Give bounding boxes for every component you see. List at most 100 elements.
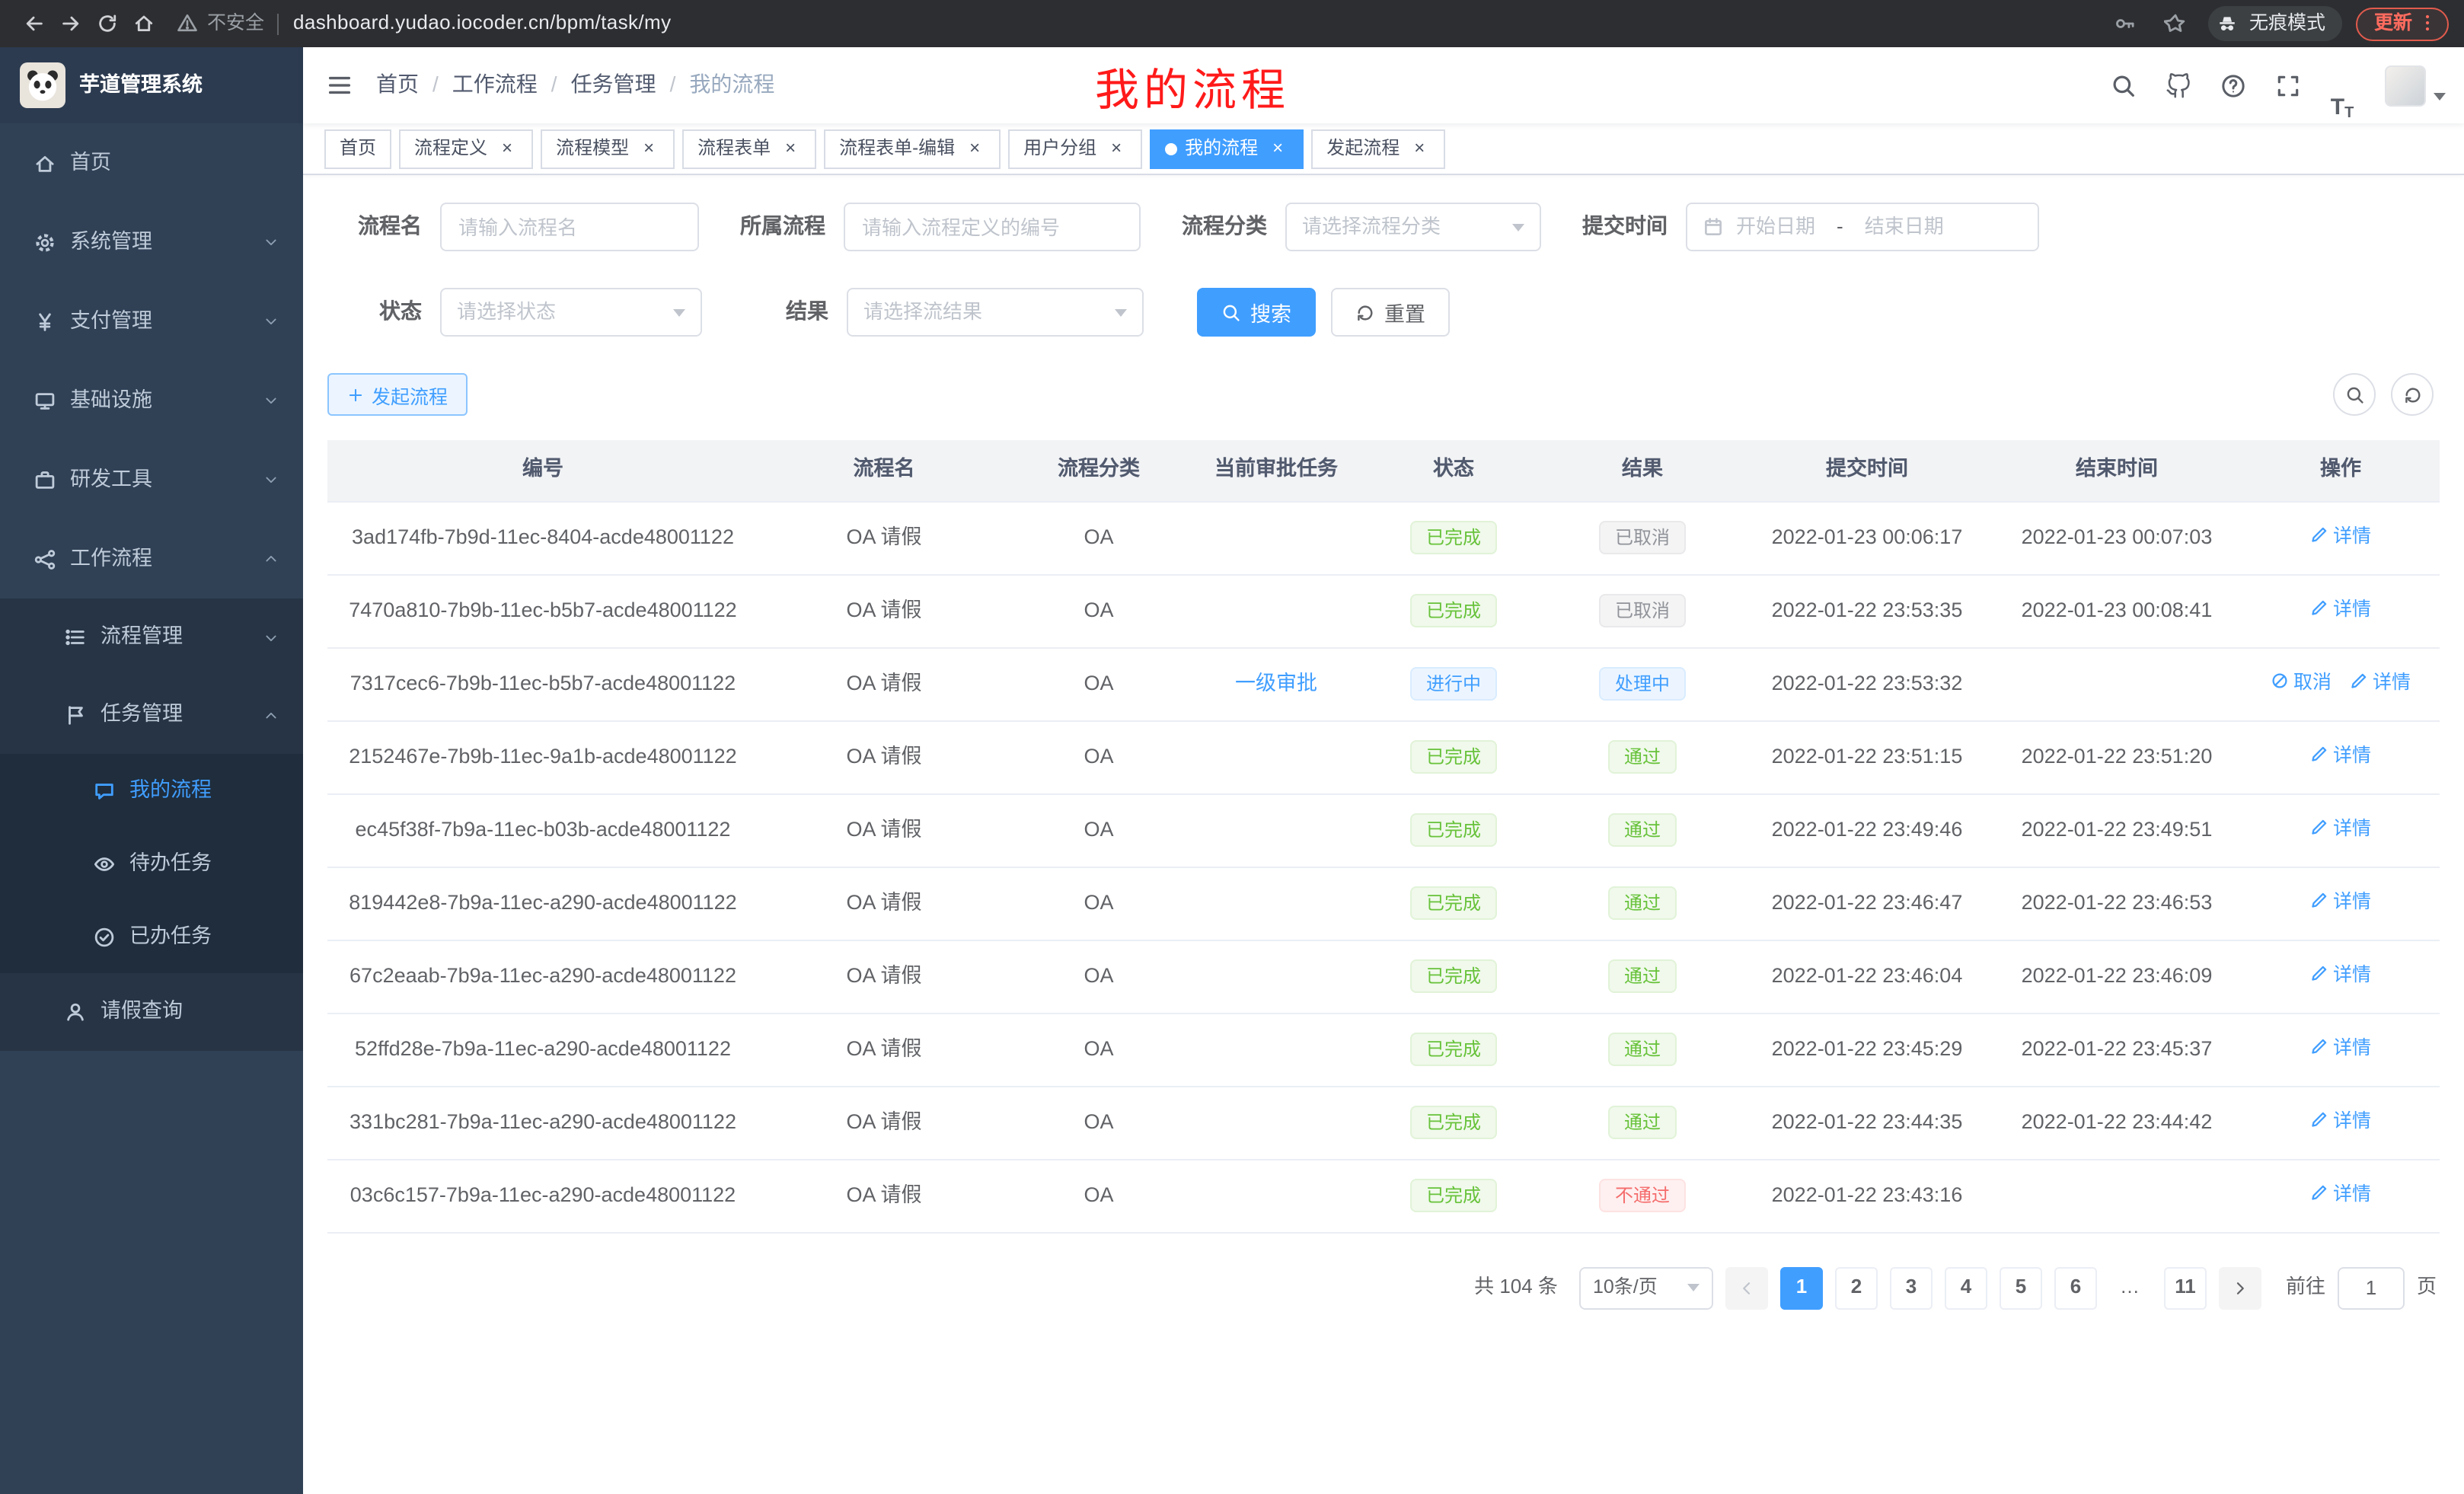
sidebar-item-label: 我的流程 — [129, 777, 212, 803]
cell-actions: 详情 — [2242, 574, 2440, 647]
tab[interactable]: 发起流程× — [1311, 129, 1445, 168]
refresh-table-button[interactable] — [2391, 373, 2434, 416]
breadcrumb-item[interactable]: 任务管理 — [571, 72, 656, 99]
sidebar-item[interactable]: 支付管理 — [0, 282, 303, 361]
cell-current-task — [1188, 793, 1364, 867]
page-number-button[interactable]: 5 — [2000, 1266, 2042, 1309]
detail-action-link[interactable]: 详情 — [2310, 744, 2371, 769]
cell-status: 已完成 — [1364, 501, 1543, 574]
cell-current-task — [1188, 574, 1364, 647]
date-range-picker[interactable]: 开始日期 - 结束日期 — [1686, 203, 2039, 251]
cancel-action-link[interactable]: 取消 — [2271, 671, 2332, 696]
status-select[interactable]: 请选择状态 — [440, 288, 702, 337]
help-icon[interactable] — [2205, 47, 2260, 123]
detail-action-link[interactable]: 详情 — [2310, 525, 2371, 550]
tab[interactable]: 流程表单-编辑× — [824, 129, 1001, 168]
sidebar-item[interactable]: 流程管理 — [0, 599, 303, 676]
hamburger-icon[interactable] — [303, 47, 376, 123]
tab[interactable]: 我的流程× — [1150, 129, 1304, 168]
font-size-icon[interactable]: TT — [2315, 47, 2370, 123]
detail-action-link[interactable]: 详情 — [2310, 598, 2371, 623]
fullscreen-icon[interactable] — [2260, 47, 2315, 123]
tab-close-icon[interactable]: × — [638, 138, 659, 159]
list-icon — [62, 625, 87, 650]
sidebar-item[interactable]: 工作流程 — [0, 519, 303, 599]
sidebar-item[interactable]: 基础设施 — [0, 361, 303, 440]
detail-action-link[interactable]: 详情 — [2350, 671, 2411, 696]
back-icon[interactable] — [15, 5, 52, 42]
toggle-search-button[interactable] — [2333, 373, 2376, 416]
detail-action-link[interactable]: 详情 — [2310, 1183, 2371, 1208]
detail-action-link[interactable]: 详情 — [2310, 890, 2371, 915]
tab[interactable]: 流程定义× — [399, 129, 533, 168]
status-tag: 已完成 — [1411, 1033, 1496, 1066]
page-number-button[interactable]: 4 — [1945, 1266, 1987, 1309]
goto-page-input[interactable] — [2338, 1266, 2405, 1309]
user-avatar[interactable] — [2385, 65, 2446, 106]
home-icon[interactable] — [125, 5, 161, 42]
tab[interactable]: 流程表单× — [682, 129, 816, 168]
category-select[interactable]: 请选择流程分类 — [1285, 203, 1541, 251]
tab[interactable]: 首页 — [324, 129, 391, 168]
cell-actions: 详情 — [2242, 501, 2440, 574]
detail-action-link[interactable]: 详情 — [2310, 1109, 2371, 1135]
cancel-icon — [2271, 671, 2289, 696]
sidebar-item[interactable]: 请假查询 — [0, 973, 303, 1051]
page-number-button[interactable]: 6 — [2054, 1266, 2097, 1309]
bookmark-star-icon[interactable] — [2158, 5, 2194, 42]
browser-update-menu-button[interactable]: 更新 — [2356, 7, 2449, 40]
cell-submit-time: 2022-01-22 23:44:35 — [1742, 1086, 1992, 1159]
detail-action-link[interactable]: 详情 — [2310, 1036, 2371, 1061]
sidebar-item[interactable]: 研发工具 — [0, 440, 303, 519]
sidebar-item[interactable]: 待办任务 — [0, 827, 303, 900]
tab-close-icon[interactable]: × — [964, 138, 985, 159]
next-page-button[interactable] — [2219, 1266, 2261, 1309]
key-icon[interactable] — [2108, 5, 2144, 42]
github-icon[interactable] — [2150, 47, 2205, 123]
process-name-input[interactable] — [440, 203, 699, 251]
page-number-button[interactable]: 11 — [2164, 1266, 2207, 1309]
app-logo[interactable]: 芋道管理系统 — [0, 47, 303, 123]
tab-close-icon[interactable]: × — [1409, 138, 1430, 159]
reload-icon[interactable] — [88, 5, 125, 42]
forward-icon[interactable] — [52, 5, 88, 42]
page-number-button[interactable]: 3 — [1890, 1266, 1933, 1309]
tab-close-icon[interactable]: × — [496, 138, 518, 159]
search-icon[interactable] — [2095, 47, 2150, 123]
breadcrumb-item[interactable]: 工作流程 — [452, 72, 538, 99]
cell-name: OA 请假 — [758, 720, 1010, 793]
search-button[interactable]: 搜索 — [1197, 288, 1316, 337]
address-bar[interactable]: 不安全 dashboard.yudao.iocoder.cn/bpm/task/… — [177, 11, 2108, 37]
result-select[interactable]: 请选择流结果 — [847, 288, 1144, 337]
sidebar-item-label: 已办任务 — [129, 924, 212, 950]
sidebar-item[interactable]: 我的流程 — [0, 754, 303, 827]
tab-close-icon[interactable]: × — [1267, 138, 1288, 159]
cell-id: 03c6c157-7b9a-11ec-a290-acde48001122 — [327, 1159, 758, 1232]
tab[interactable]: 流程模型× — [541, 129, 675, 168]
breadcrumb: 首页/工作流程/任务管理/我的流程 — [376, 72, 774, 99]
task-link[interactable]: 一级审批 — [1235, 671, 1317, 694]
reset-button[interactable]: 重置 — [1331, 288, 1450, 337]
sidebar-item[interactable]: 首页 — [0, 123, 303, 203]
page-number-button[interactable]: 1 — [1780, 1266, 1823, 1309]
tab-close-icon[interactable]: × — [780, 138, 801, 159]
detail-action-link[interactable]: 详情 — [2310, 817, 2371, 842]
incognito-profile-chip[interactable]: 无痕模式 — [2208, 6, 2342, 41]
sidebar-item[interactable]: 任务管理 — [0, 676, 303, 754]
detail-action-link[interactable]: 详情 — [2310, 963, 2371, 988]
tab[interactable]: 用户分组× — [1008, 129, 1142, 168]
tab-close-icon[interactable]: × — [1106, 138, 1127, 159]
sidebar-item[interactable]: 系统管理 — [0, 203, 303, 282]
prev-page-button[interactable] — [1725, 1266, 1768, 1309]
process-id-input[interactable] — [844, 203, 1141, 251]
page-size-select[interactable]: 10条/页 — [1579, 1266, 1713, 1309]
goto-label: 前往 — [2286, 1275, 2325, 1301]
pagination-total: 共 104 条 — [1474, 1275, 1558, 1301]
breadcrumb-item[interactable]: 首页 — [376, 72, 419, 99]
filter-result: 结果 请选择流结果 — [743, 288, 1144, 337]
sidebar-item[interactable]: 已办任务 — [0, 900, 303, 973]
chevron-down-icon — [262, 629, 279, 646]
more-pages-button[interactable]: … — [2109, 1266, 2152, 1309]
create-process-button[interactable]: 发起流程 — [327, 373, 468, 416]
page-number-button[interactable]: 2 — [1835, 1266, 1878, 1309]
